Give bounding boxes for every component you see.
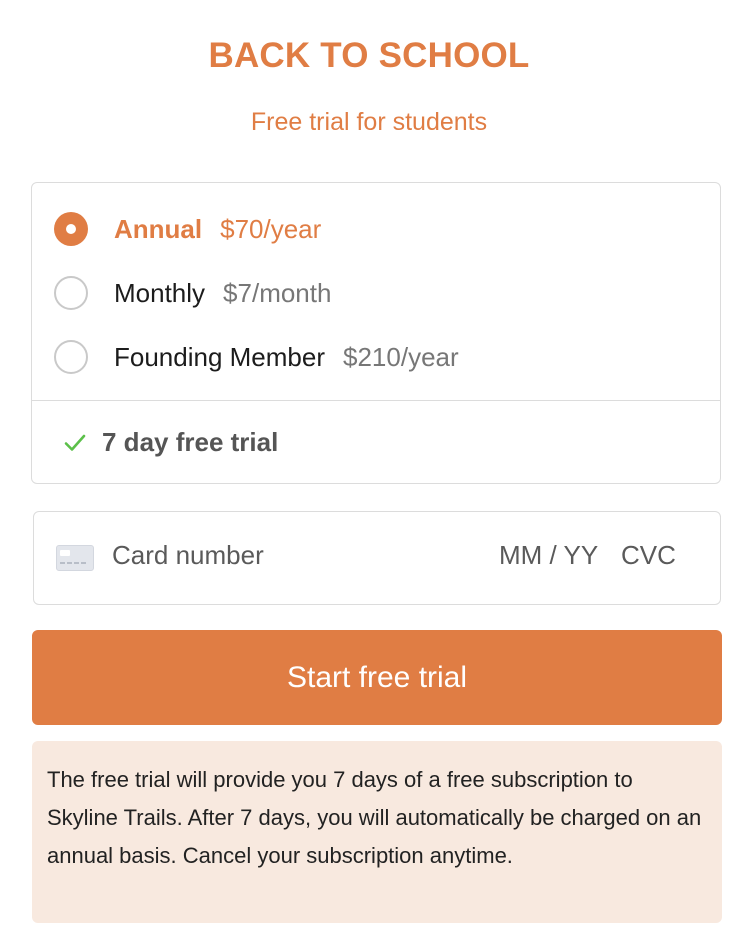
divider <box>32 400 720 401</box>
card-expiry-input[interactable]: MM / YY <box>499 540 598 571</box>
page-title: BACK TO SCHOOL <box>208 36 530 75</box>
plan-selector: Annual $70/year Monthly $7/month Foundin… <box>31 182 721 484</box>
check-icon <box>64 434 86 451</box>
plan-name: Monthly <box>114 277 206 308</box>
plan-price: $7/month <box>223 277 332 308</box>
card-cvc-input[interactable]: CVC <box>621 540 676 571</box>
start-free-trial-button[interactable]: Start free trial <box>32 630 722 725</box>
plan-name: Founding Member <box>114 341 325 372</box>
plan-option-founding-member[interactable]: Founding Member $210/year <box>54 337 459 377</box>
radio-unselected-icon[interactable] <box>54 340 88 374</box>
trial-notice: The free trial will provide you 7 days o… <box>32 741 722 923</box>
radio-selected-icon[interactable] <box>54 212 88 246</box>
radio-unselected-icon[interactable] <box>54 276 88 310</box>
plan-price: $210/year <box>343 341 459 372</box>
credit-card-icon <box>56 545 94 571</box>
trial-label: 7 day free trial <box>102 427 279 457</box>
card-number-input[interactable]: Card number <box>112 540 412 571</box>
page-subtitle: Free trial for students <box>250 108 488 136</box>
plan-name: Annual <box>114 213 203 244</box>
plan-price: $70/year <box>220 213 322 244</box>
plan-option-monthly[interactable]: Monthly $7/month <box>54 273 331 313</box>
trial-info: 7 day free trial <box>62 427 278 458</box>
card-input-field[interactable]: Card number MM / YY CVC <box>33 511 721 605</box>
plan-option-annual[interactable]: Annual $70/year <box>54 209 321 249</box>
